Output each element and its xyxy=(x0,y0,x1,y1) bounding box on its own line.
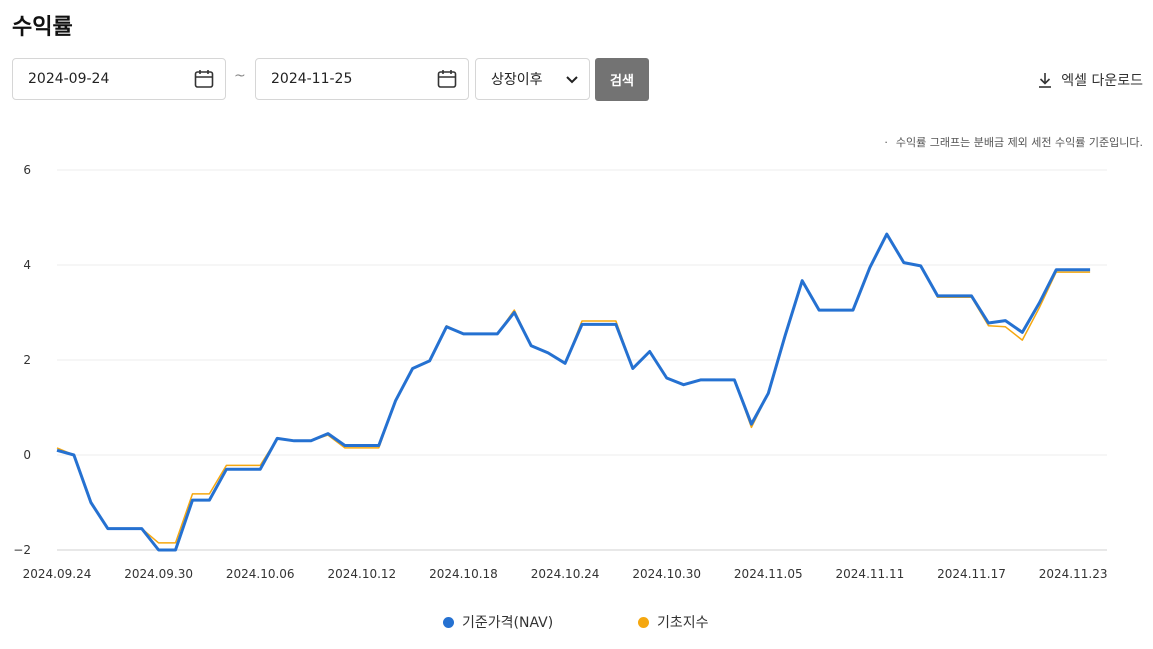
returns-chart: −2 0 2 4 6 2024.09.24 2024.09.30 2024.10.06 202… xyxy=(13,163,1108,581)
x-tick-label: 2024.10.18 xyxy=(429,567,498,581)
legend-label: 기준가격(NAV) xyxy=(462,615,554,631)
series-line-nav xyxy=(56,232,1091,552)
chart-legend: 기준가격(NAV) 기초지수 xyxy=(0,612,1153,634)
y-tick-label: 2 xyxy=(23,353,31,367)
x-tick-label: 2024.10.30 xyxy=(632,567,701,581)
x-tick-label: 2024.10.24 xyxy=(531,567,600,581)
legend-item-index[interactable]: 기초지수 xyxy=(638,612,709,632)
x-tick-label: 2024.10.12 xyxy=(327,567,396,581)
legend-swatch xyxy=(443,616,454,628)
x-tick-label: 2024.11.05 xyxy=(734,567,803,581)
y-tick-label: 0 xyxy=(23,448,31,462)
x-tick-label: 2024.09.30 xyxy=(124,567,193,581)
x-tick-label: 2024.10.06 xyxy=(226,567,295,581)
legend-item-nav[interactable]: 기준가격(NAV) xyxy=(443,612,553,632)
y-tick-label: 4 xyxy=(23,258,31,272)
y-tick-label: −2 xyxy=(13,543,31,557)
x-tick-label: 2024.11.23 xyxy=(1039,567,1108,581)
legend-swatch xyxy=(638,616,649,628)
x-tick-label: 2024.11.17 xyxy=(937,567,1006,581)
y-tick-label: 6 xyxy=(23,163,31,177)
x-tick-label: 2024.11.11 xyxy=(836,567,905,581)
x-tick-label: 2024.09.24 xyxy=(23,567,92,581)
legend-label: 기초지수 xyxy=(657,615,709,631)
